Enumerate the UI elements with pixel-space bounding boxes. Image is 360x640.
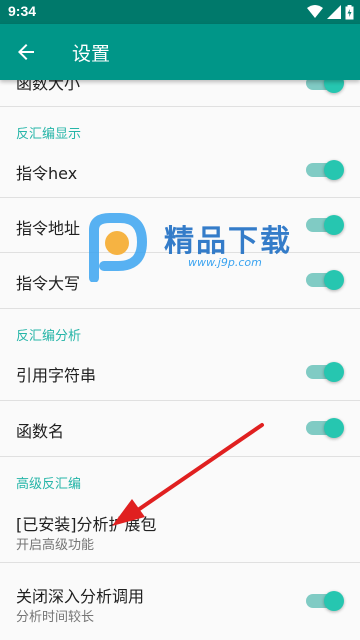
back-arrow-icon[interactable] [14, 40, 38, 64]
setting-opcode-uppercase[interactable]: 指令大写 [0, 253, 360, 307]
setting-reference-strings[interactable]: 引用字符串 [0, 345, 360, 399]
disable-deep-analysis-toggle[interactable] [306, 591, 344, 611]
setting-label: 引用字符串 [16, 366, 97, 385]
setting-opcode-hex[interactable]: 指令hex [0, 143, 360, 197]
reference-strings-toggle[interactable] [306, 362, 344, 382]
setting-summary: 分析时间较长 [16, 610, 95, 625]
opcode-uppercase-toggle[interactable] [306, 270, 344, 290]
divider [0, 308, 360, 309]
setting-label: 关闭深入分析调用 [16, 587, 145, 606]
setting-opcode-address[interactable]: 指令地址 [0, 198, 360, 252]
page-title: 设置 [72, 43, 111, 65]
function-size-toggle[interactable] [306, 80, 344, 93]
divider [0, 106, 360, 107]
status-bar: 9:34 [0, 0, 360, 24]
setting-disable-deep-analysis[interactable]: 关闭深入分析调用 分析时间较长 [0, 563, 360, 631]
app-bar: 设置 [0, 24, 360, 80]
section-header-disasm-display: 反汇编显示 [16, 127, 82, 142]
signal-icon [327, 5, 341, 19]
opcode-hex-toggle[interactable] [306, 160, 344, 180]
battery-icon [345, 4, 354, 19]
section-header-advanced: 高级反汇编 [16, 477, 82, 492]
setting-label: 函数大小 [16, 80, 81, 93]
function-name-toggle[interactable] [306, 418, 344, 438]
settings-list: 函数大小 反汇编显示 指令hex 指令地址 指令大写 反汇编分析 引用字符串 函… [0, 80, 360, 640]
setting-summary: 开启高级功能 [16, 538, 95, 553]
setting-function-name[interactable]: 函数名 [0, 401, 360, 455]
setting-function-size[interactable]: 函数大小 [0, 80, 360, 106]
setting-label: 指令地址 [16, 219, 81, 238]
setting-analysis-extension[interactable]: [已安装]分析扩展包 开启高级功能 [0, 493, 360, 561]
status-time: 9:34 [8, 3, 37, 19]
opcode-address-toggle[interactable] [306, 215, 344, 235]
setting-label: 指令大写 [16, 274, 81, 293]
setting-label: [已安装]分析扩展包 [16, 515, 157, 534]
wifi-icon [307, 5, 323, 18]
setting-label: 指令hex [16, 164, 78, 183]
status-icons [307, 4, 354, 20]
setting-label: 函数名 [16, 422, 65, 441]
section-header-disasm-analysis: 反汇编分析 [16, 329, 82, 344]
divider [0, 456, 360, 457]
